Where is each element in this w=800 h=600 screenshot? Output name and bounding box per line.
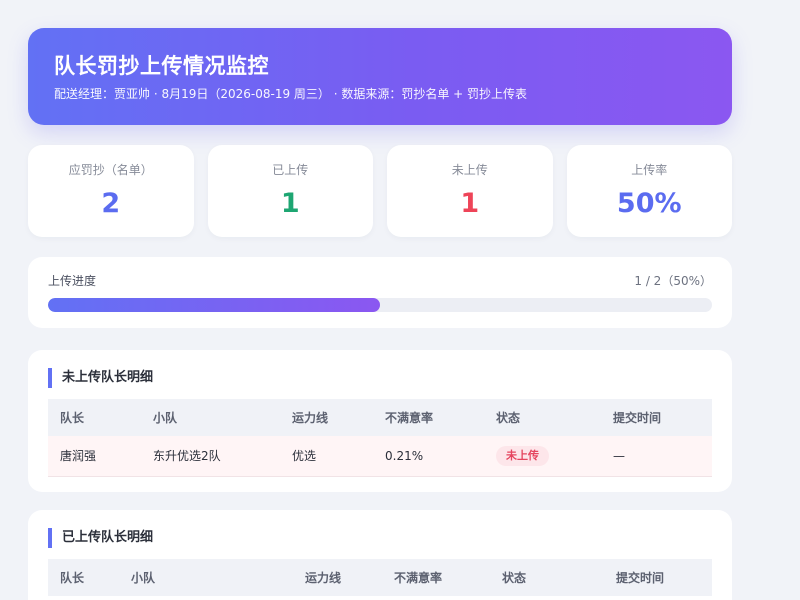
status-cell: 未上传	[484, 436, 601, 477]
page-subtitle: 配送经理：贾亚帅 · 8月19日（2026-08-19 周三） · 数据来源：罚…	[54, 87, 528, 101]
captain-cell: 唐润强	[48, 436, 141, 477]
table-header-row: 队长 小队 运力线 不满意率 状态 提交时间	[48, 399, 712, 436]
stat-value: 2	[101, 188, 121, 219]
pending-captains-table: 队长 小队 运力线 不满意率 状态 提交时间 唐润强 东升优选2队 优选 0.2…	[48, 399, 712, 477]
stat-card-upload-rate: 上传率 50%	[566, 145, 732, 237]
progress-track	[48, 298, 712, 312]
upload-progress-card: 上传进度 1 / 2（50%）	[28, 257, 732, 328]
stat-label: 未上传	[451, 163, 488, 177]
section-title: 未上传队长明细	[48, 368, 712, 388]
line-cell: 优选	[280, 436, 373, 477]
status-badge: 未上传	[496, 445, 549, 466]
page-title: 队长罚抄上传情况监控	[54, 54, 269, 78]
progress-label: 上传进度	[48, 274, 97, 288]
column-header: 队长	[48, 559, 119, 596]
stat-label: 上传率	[631, 163, 668, 177]
column-header: 小队	[141, 399, 280, 436]
column-header: 运力线	[280, 399, 373, 436]
column-header: 运力线	[293, 559, 382, 596]
uploaded-captains-table: 队长 小队 运力线 不满意率 状态 提交时间	[48, 559, 712, 596]
stat-value: 1	[460, 188, 480, 219]
uploaded-captains-card: 已上传队长明细 队长 小队 运力线 不满意率 状态 提交时间	[28, 510, 732, 600]
section-title: 已上传队长明细	[48, 528, 712, 548]
stat-label: 应罚抄（名单）	[68, 163, 153, 177]
time-cell: —	[601, 436, 712, 477]
column-header: 提交时间	[601, 399, 712, 436]
dashboard: 队长罚抄上传情况监控 配送经理：贾亚帅 · 8月19日（2026-08-19 周…	[28, 28, 732, 600]
stat-card-uploaded: 已上传 1	[207, 145, 373, 237]
stat-label: 已上传	[272, 163, 309, 177]
table-row[interactable]: 唐润强 东升优选2队 优选 0.21% 未上传 —	[48, 436, 712, 477]
stat-card-not-uploaded: 未上传 1	[387, 145, 553, 237]
pending-captains-card: 未上传队长明细 队长 小队 运力线 不满意率 状态 提交时间 唐润强 东升优选2…	[28, 350, 732, 492]
stat-value: 50%	[616, 188, 682, 219]
stats-row: 应罚抄（名单） 2 已上传 1 未上传 1 上传率 50%	[28, 145, 732, 237]
column-header: 小队	[119, 559, 293, 596]
stat-card-required: 应罚抄（名单） 2	[28, 145, 194, 237]
rate-cell: 0.21%	[373, 436, 484, 477]
column-header: 状态	[484, 399, 601, 436]
column-header: 不满意率	[382, 559, 490, 596]
column-header: 队长	[48, 399, 141, 436]
team-cell: 东升优选2队	[141, 436, 280, 477]
column-header: 提交时间	[604, 559, 712, 596]
stat-value: 1	[280, 188, 300, 219]
table-header-row: 队长 小队 运力线 不满意率 状态 提交时间	[48, 559, 712, 596]
progress-text: 1 / 2（50%）	[634, 274, 712, 288]
column-header: 不满意率	[373, 399, 484, 436]
progress-fill	[48, 298, 380, 312]
header-banner: 队长罚抄上传情况监控 配送经理：贾亚帅 · 8月19日（2026-08-19 周…	[28, 28, 732, 125]
column-header: 状态	[490, 559, 604, 596]
